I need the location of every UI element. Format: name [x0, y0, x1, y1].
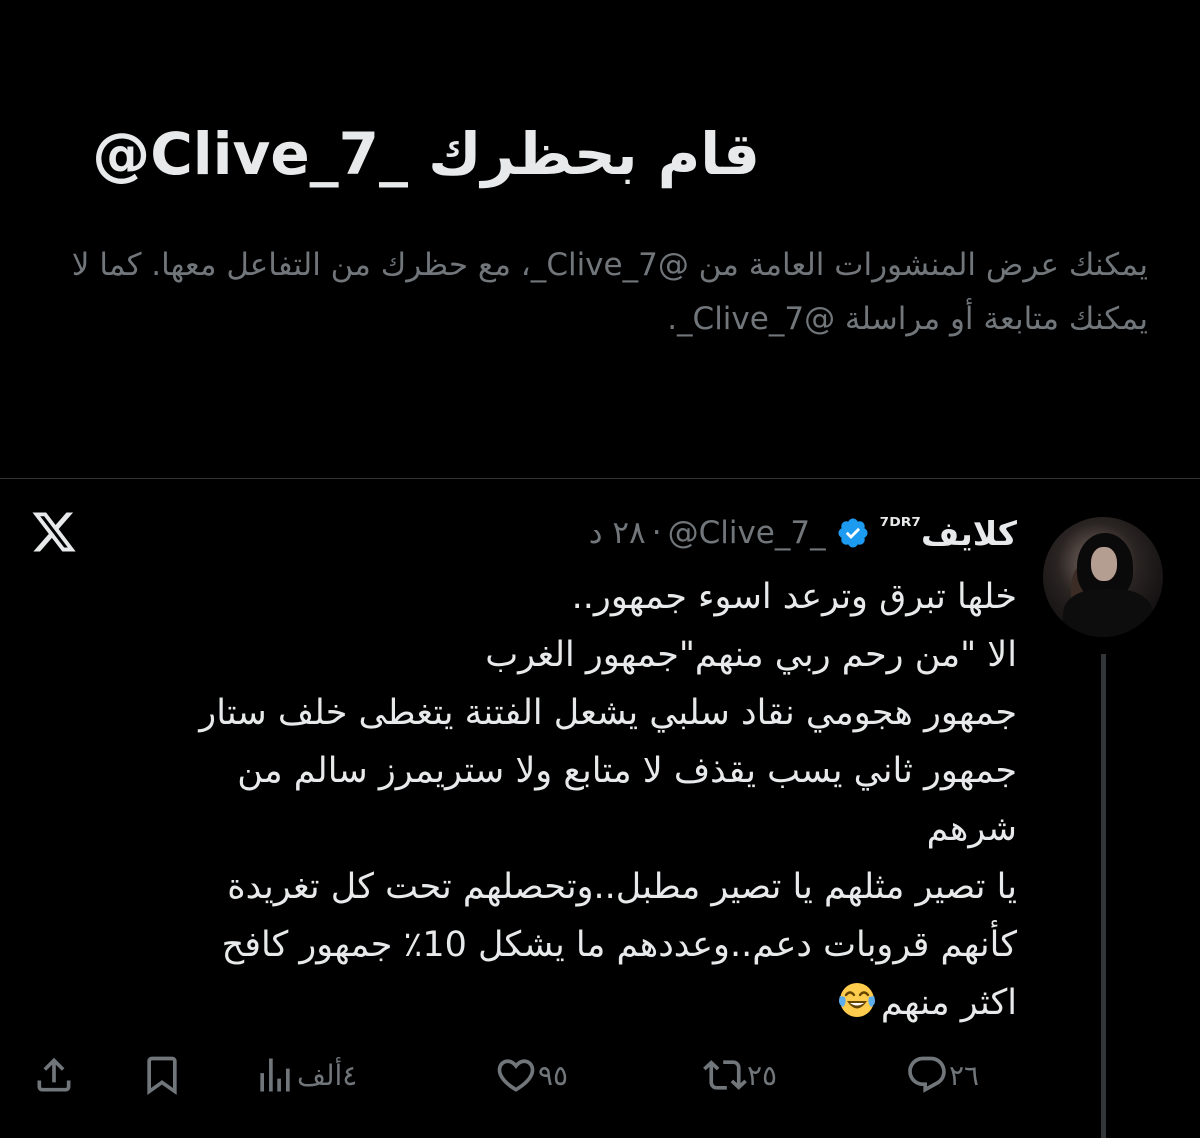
- views-button[interactable]: ٤ألف: [253, 1040, 365, 1110]
- blocked-notice: قام بحظرك _Clive_7@ يمكنك عرض المنشورات …: [0, 0, 1200, 478]
- face-with-tears-of-joy-icon: [838, 983, 875, 1017]
- views-count: ٤ألف: [297, 1058, 358, 1092]
- action-bar: ٢٦ ٢٥ ٩٥ ٤ألف: [0, 1040, 1200, 1110]
- x-logo-icon[interactable]: [30, 508, 78, 556]
- tweet-line: شرهم: [926, 809, 1017, 849]
- tweet-line: خلها تبرق وترعد اسوء جمهور..: [571, 577, 1017, 617]
- like-button[interactable]: ٩٥: [494, 1040, 576, 1110]
- separator: ·: [651, 515, 662, 551]
- tweet-line: جمهور ثاني يسب يقذف لا متابع ولا ستريمرز…: [237, 751, 1017, 791]
- retweet-button[interactable]: ٢٥: [703, 1040, 785, 1110]
- handle[interactable]: @Clive_7_: [668, 515, 826, 551]
- blocked-title: قام بحظرك _Clive_7@: [92, 120, 760, 188]
- tweet-text: خلها تبرق وترعد اسوء جمهور.. الا "من رحم…: [57, 568, 1017, 1032]
- share-button[interactable]: [32, 1040, 76, 1110]
- reply-button[interactable]: ٢٦: [905, 1040, 987, 1110]
- tweet-line: يا تصير مثلهم يا تصير مطبل..وتحصلهم تحت …: [227, 867, 1017, 907]
- display-name[interactable]: كلايف⁷ᴰᴿ⁷: [880, 514, 1017, 553]
- heart-icon: [497, 1059, 535, 1092]
- like-count: ٩٥: [538, 1058, 569, 1092]
- reply-icon: [908, 1056, 946, 1093]
- blocked-description: يمكنك عرض المنشورات العامة من @Clive_7_،…: [71, 247, 1148, 337]
- bookmark-icon: [147, 1056, 177, 1096]
- retweet-icon: [703, 1060, 747, 1090]
- reply-count: ٢٦: [949, 1058, 980, 1092]
- tweet-line: كأنهم قروبات دعم..وعددهم ما يشكل 10٪ جمه…: [221, 925, 1017, 965]
- tweet-line: الا "من رحم ربي منهم"جمهور الغرب: [485, 635, 1017, 675]
- timestamp[interactable]: ٢٨ د: [589, 515, 646, 551]
- avatar[interactable]: [1043, 517, 1163, 637]
- display-name-suffix: ⁷ᴰᴿ⁷: [879, 513, 922, 539]
- share-icon: [37, 1057, 71, 1092]
- verified-badge-icon: [838, 518, 868, 548]
- views-chart-icon: [260, 1058, 290, 1092]
- tweet-header: كلايف⁷ᴰᴿ⁷ @Clive_7_ · ٢٨ د: [589, 508, 1017, 558]
- retweet-count: ٢٥: [747, 1058, 778, 1092]
- section-divider: [0, 478, 1200, 479]
- tweet-line: جمهور هجومي نقاد سلبي يشعل الفتنة يتغطى …: [199, 693, 1017, 733]
- bookmark-button[interactable]: [140, 1040, 184, 1110]
- tweet-last-line: اكثر منهم: [57, 974, 1017, 1032]
